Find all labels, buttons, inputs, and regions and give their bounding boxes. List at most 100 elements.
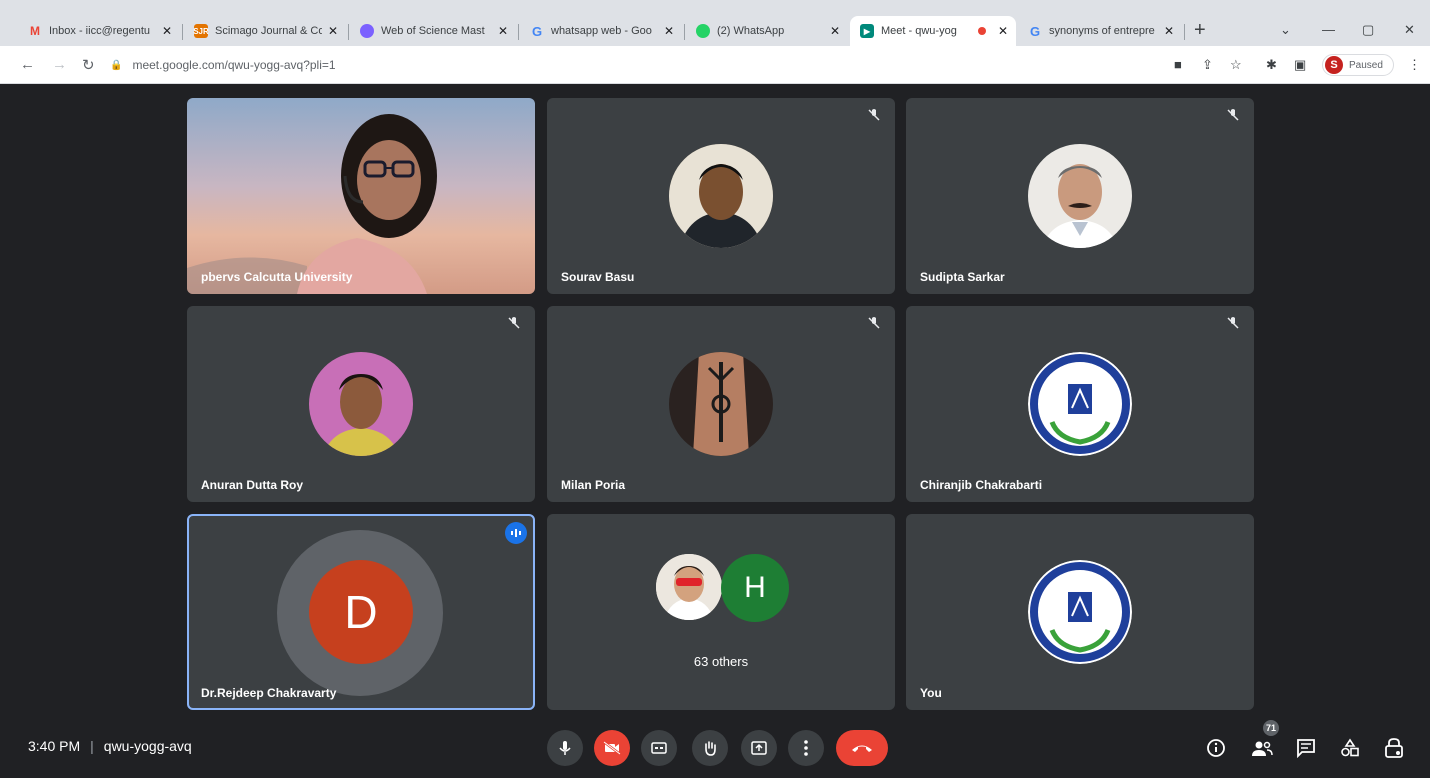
present-screen-icon — [751, 741, 767, 755]
participant-name: You — [920, 686, 942, 700]
tab-separator — [684, 24, 685, 40]
whatsapp-icon — [696, 24, 710, 38]
meeting-code: qwu-yogg-avq — [103, 738, 192, 754]
people-count-badge: 71 — [1263, 720, 1279, 736]
captions-icon — [651, 742, 667, 754]
present-screen-button[interactable] — [741, 730, 777, 766]
foundation-logo — [1028, 560, 1132, 664]
info-icon — [1207, 739, 1225, 757]
microphone-button[interactable] — [547, 730, 583, 766]
share-icon[interactable]: ⇪ — [1202, 57, 1213, 73]
people-icon — [1252, 741, 1273, 756]
address-bar[interactable]: 🔒 meet.google.com/qwu-yogg-avq?pli=1 — [110, 53, 1150, 77]
participant-tile[interactable]: Chiranjib Chakrabarti — [906, 306, 1254, 502]
reload-icon[interactable]: ↻ — [82, 56, 95, 74]
captions-button[interactable] — [641, 730, 677, 766]
maximize-icon[interactable]: ▢ — [1362, 22, 1374, 38]
tab-title: Web of Science Mast — [381, 25, 485, 37]
lock-person-icon — [1385, 738, 1403, 758]
mic-off-icon — [508, 317, 520, 329]
participant-name: Sudipta Sarkar — [920, 270, 1005, 284]
new-tab-button[interactable]: + — [1194, 20, 1206, 40]
participant-tile-video[interactable]: pbervs Calcutta University — [187, 98, 535, 294]
participant-avatar — [656, 554, 722, 620]
camera-off-button[interactable] — [594, 730, 630, 766]
bookmark-star-icon[interactable]: ☆ — [1230, 57, 1242, 73]
close-icon[interactable]: ✕ — [998, 24, 1008, 38]
leave-call-button[interactable] — [836, 730, 888, 766]
participant-initial-avatar: H — [721, 554, 789, 622]
scimago-icon: SJR — [193, 24, 209, 38]
tab-title: (2) WhatsApp — [717, 25, 785, 37]
extensions-puzzle-icon[interactable]: ✱ — [1266, 57, 1277, 73]
meet-icon: ▶ — [860, 24, 874, 38]
camera-off-icon — [603, 741, 621, 755]
participant-tile[interactable]: Sudipta Sarkar — [906, 98, 1254, 294]
participant-tile-speaking[interactable]: D Dr.Rejdeep Chakravarty — [187, 514, 535, 710]
profile-button[interactable]: S Paused — [1322, 54, 1394, 76]
mic-off-icon — [1227, 317, 1239, 329]
chat-icon — [1297, 739, 1315, 758]
close-icon[interactable]: ✕ — [830, 24, 840, 38]
tab-gmail[interactable]: M Inbox - iicc@regentu ✕ — [18, 16, 180, 46]
meeting-details-button[interactable] — [1204, 736, 1228, 760]
more-options-button[interactable] — [788, 730, 824, 766]
camera-in-use-icon[interactable]: ■ — [1174, 57, 1182, 72]
self-tile[interactable]: You — [906, 514, 1254, 710]
tab-whatsapp[interactable]: (2) WhatsApp ✕ — [686, 16, 848, 46]
gmail-icon: M — [30, 24, 40, 38]
kebab-menu-icon[interactable]: ⋮ — [1408, 57, 1421, 73]
others-count-label: 63 others — [693, 654, 749, 669]
tab-title: Scimago Journal & Co — [215, 25, 322, 37]
microphone-icon — [559, 741, 571, 755]
participant-tile[interactable]: Milan Poria — [547, 306, 895, 502]
participant-tile[interactable]: Anuran Dutta Roy — [187, 306, 535, 502]
host-controls-button[interactable] — [1382, 736, 1406, 760]
browser-tab-strip: M Inbox - iicc@regentu ✕ SJR Scimago Jou… — [0, 0, 1430, 46]
participant-initial-avatar: D — [309, 560, 413, 664]
chat-button[interactable] — [1294, 736, 1318, 760]
mic-off-icon — [868, 109, 880, 121]
raise-hand-icon — [705, 741, 716, 756]
activities-shapes-icon — [1341, 738, 1359, 757]
others-tile[interactable]: H 63 others — [547, 514, 895, 710]
side-panel-icon[interactable]: ▣ — [1294, 57, 1306, 73]
close-icon[interactable]: ✕ — [498, 24, 508, 38]
speaking-indicator-icon — [505, 522, 527, 544]
participant-name: pbervs Calcutta University — [201, 270, 353, 284]
meet-control-bar: 3:40 PM | qwu-yogg-avq — [0, 718, 1430, 778]
tab-separator — [348, 24, 349, 40]
participant-avatar — [1028, 144, 1132, 248]
mic-off-icon — [868, 317, 880, 329]
people-button[interactable] — [1250, 736, 1274, 760]
close-icon[interactable]: ✕ — [664, 24, 674, 38]
participant-avatar — [669, 352, 773, 456]
wos-icon — [360, 24, 374, 38]
minimize-icon[interactable]: — — [1322, 22, 1335, 37]
tab-separator — [1184, 24, 1185, 40]
close-icon[interactable]: ✕ — [162, 24, 172, 38]
tab-web-of-science[interactable]: Web of Science Mast ✕ — [350, 16, 516, 46]
browser-toolbar: ← → ↻ 🔒 meet.google.com/qwu-yogg-avq?pli… — [0, 46, 1430, 84]
forward-arrow-icon[interactable]: → — [52, 56, 67, 73]
google-icon: G — [531, 23, 543, 39]
participant-avatar — [669, 144, 773, 248]
close-icon[interactable]: ✕ — [1164, 24, 1174, 38]
tab-title: synonyms of entrepre — [1049, 25, 1155, 37]
back-arrow-icon[interactable]: ← — [20, 56, 35, 73]
tab-scimago[interactable]: SJR Scimago Journal & Co ✕ — [184, 16, 346, 46]
activities-button[interactable] — [1338, 736, 1362, 760]
raise-hand-button[interactable] — [692, 730, 728, 766]
close-icon[interactable]: ✕ — [328, 24, 338, 38]
lock-icon: 🔒 — [110, 59, 123, 71]
tab-meet[interactable]: ▶ Meet - qwu-yog ✕ — [850, 16, 1016, 46]
profile-status: Paused — [1349, 59, 1383, 71]
tab-search-chevron-icon[interactable]: ⌄ — [1280, 22, 1291, 38]
window-close-icon[interactable]: ✕ — [1404, 22, 1415, 38]
tab-separator — [518, 24, 519, 40]
participant-name: Dr.Rejdeep Chakravarty — [201, 686, 337, 700]
participant-name: Milan Poria — [561, 478, 626, 492]
tab-google-search-synonyms[interactable]: G synonyms of entrepre ✕ — [1018, 16, 1182, 46]
participant-tile[interactable]: Sourav Basu — [547, 98, 895, 294]
tab-google-search-whatsapp[interactable]: G whatsapp web - Goo ✕ — [520, 16, 682, 46]
